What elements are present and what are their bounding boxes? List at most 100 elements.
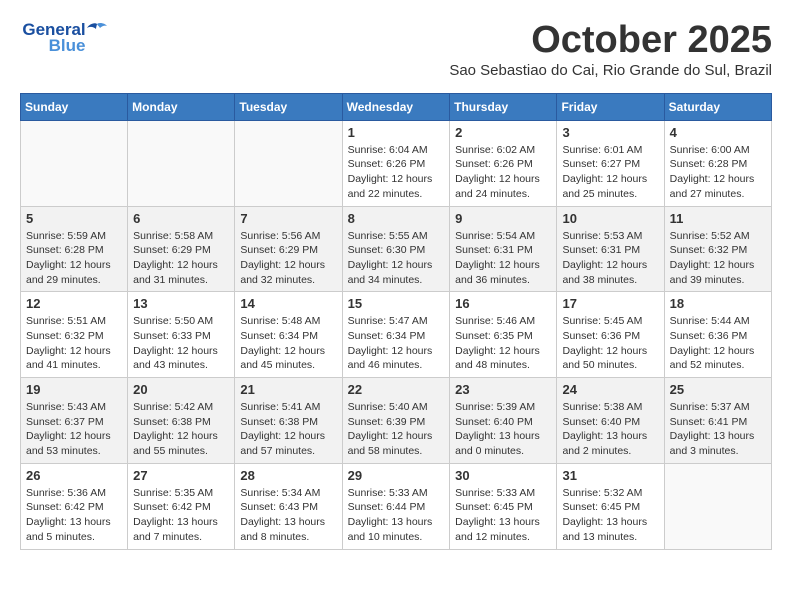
header-wednesday: Wednesday: [342, 93, 450, 120]
day-info: Sunrise: 5:44 AMSunset: 6:36 PMDaylight:…: [670, 314, 766, 373]
day-number: 2: [455, 125, 551, 140]
day-number: 25: [670, 382, 766, 397]
day-number: 26: [26, 468, 122, 483]
table-row: 3 Sunrise: 6:01 AMSunset: 6:27 PMDaylight…: [557, 120, 664, 206]
day-info: Sunrise: 5:56 AMSunset: 6:29 PMDaylight:…: [240, 229, 336, 288]
day-info: Sunrise: 6:01 AMSunset: 6:27 PMDaylight:…: [562, 143, 658, 202]
table-row: 8 Sunrise: 5:55 AMSunset: 6:30 PMDaylight…: [342, 206, 450, 292]
table-row: 29Sunrise: 5:33 AMSunset: 6:44 PMDayligh…: [342, 463, 450, 549]
day-info: Sunrise: 5:50 AMSunset: 6:33 PMDaylight:…: [133, 314, 229, 373]
day-number: 29: [348, 468, 445, 483]
calendar-week-5: 26 Sunrise: 5:36 AMSunset: 6:42 PMDayligh…: [21, 463, 772, 549]
day-info: Sunrise: 5:53 AMSunset: 6:31 PMDaylight:…: [562, 229, 658, 288]
day-info: Sunrise: 5:58 AMSunset: 6:29 PMDaylight:…: [133, 229, 229, 288]
table-row: 23 Sunrise: 5:39 AMSunset: 6:40 PMDayligh…: [450, 378, 557, 464]
day-info: Sunrise: 5:59 AMSunset: 6:28 PMDaylight:…: [26, 229, 122, 288]
table-row: 10 Sunrise: 5:53 AMSunset: 6:31 PMDayligh…: [557, 206, 664, 292]
header-saturday: Saturday: [664, 93, 771, 120]
table-row: 26 Sunrise: 5:36 AMSunset: 6:42 PMDayligh…: [21, 463, 128, 549]
day-number: 15: [348, 296, 445, 311]
day-number: 5: [26, 211, 122, 226]
header-thursday: Thursday: [450, 93, 557, 120]
day-number: 18: [670, 296, 766, 311]
table-row: 30 Sunrise: 5:33 AMSunset: 6:45 PMDayligh…: [450, 463, 557, 549]
calendar-week-3: 12 Sunrise: 5:51 AMSunset: 6:32 PMDayligh…: [21, 292, 772, 378]
day-number: 9: [455, 211, 551, 226]
header-sunday: Sunday: [21, 93, 128, 120]
top-header: General Blue October 2025 Sao Sebastiao …: [20, 20, 772, 79]
table-row: 14 Sunrise: 5:48 AMSunset: 6:34 PMDayligh…: [235, 292, 342, 378]
title-section: October 2025 Sao Sebastiao do Cai, Rio G…: [110, 20, 772, 79]
logo-block: General Blue: [20, 20, 110, 56]
day-number: 24: [562, 382, 658, 397]
table-row: 5 Sunrise: 5:59 AMSunset: 6:28 PMDaylight…: [21, 206, 128, 292]
day-info: Sunrise: 5:40 AMSunset: 6:39 PMDaylight:…: [348, 400, 445, 459]
calendar-week-4: 19Sunrise: 5:43 AMSunset: 6:37 PMDayligh…: [21, 378, 772, 464]
calendar-week-2: 5 Sunrise: 5:59 AMSunset: 6:28 PMDaylight…: [21, 206, 772, 292]
table-row: 13 Sunrise: 5:50 AMSunset: 6:33 PMDayligh…: [128, 292, 235, 378]
day-number: 23: [455, 382, 551, 397]
table-row: 16 Sunrise: 5:46 AMSunset: 6:35 PMDayligh…: [450, 292, 557, 378]
day-number: 10: [562, 211, 658, 226]
day-number: 27: [133, 468, 229, 483]
day-info: Sunrise: 5:34 AMSunset: 6:43 PMDaylight:…: [240, 486, 336, 545]
day-number: 20: [133, 382, 229, 397]
day-number: 3: [562, 125, 658, 140]
day-number: 13: [133, 296, 229, 311]
table-row: 17Sunrise: 5:45 AMSunset: 6:36 PMDayligh…: [557, 292, 664, 378]
day-info: Sunrise: 6:02 AMSunset: 6:26 PMDaylight:…: [455, 143, 551, 202]
day-info: Sunrise: 5:38 AMSunset: 6:40 PMDaylight:…: [562, 400, 658, 459]
day-number: 31: [562, 468, 658, 483]
table-row: [664, 463, 771, 549]
day-info: Sunrise: 5:52 AMSunset: 6:32 PMDaylight:…: [670, 229, 766, 288]
day-number: 12: [26, 296, 122, 311]
day-number: 14: [240, 296, 336, 311]
day-number: 22: [348, 382, 445, 397]
table-row: [235, 120, 342, 206]
calendar-table: Sunday Monday Tuesday Wednesday Thursday…: [20, 93, 772, 550]
day-info: Sunrise: 5:33 AMSunset: 6:45 PMDaylight:…: [455, 486, 551, 545]
page-wrapper: General Blue October 2025 Sao Sebastiao …: [20, 20, 772, 550]
table-row: 9Sunrise: 5:54 AMSunset: 6:31 PMDaylight…: [450, 206, 557, 292]
table-row: 18 Sunrise: 5:44 AMSunset: 6:36 PMDayligh…: [664, 292, 771, 378]
header-monday: Monday: [128, 93, 235, 120]
day-number: 8: [348, 211, 445, 226]
day-number: 17: [562, 296, 658, 311]
day-number: 28: [240, 468, 336, 483]
day-info: Sunrise: 5:35 AMSunset: 6:42 PMDaylight:…: [133, 486, 229, 545]
day-info: Sunrise: 5:36 AMSunset: 6:42 PMDaylight:…: [26, 486, 122, 545]
day-info: Sunrise: 5:46 AMSunset: 6:35 PMDaylight:…: [455, 314, 551, 373]
logo-text-blue: Blue: [49, 36, 86, 56]
day-info: Sunrise: 5:39 AMSunset: 6:40 PMDaylight:…: [455, 400, 551, 459]
header-tuesday: Tuesday: [235, 93, 342, 120]
table-row: 21Sunrise: 5:41 AMSunset: 6:38 PMDayligh…: [235, 378, 342, 464]
day-number: 30: [455, 468, 551, 483]
day-info: Sunrise: 5:51 AMSunset: 6:32 PMDaylight:…: [26, 314, 122, 373]
day-info: Sunrise: 5:55 AMSunset: 6:30 PMDaylight:…: [348, 229, 445, 288]
table-row: 19Sunrise: 5:43 AMSunset: 6:37 PMDayligh…: [21, 378, 128, 464]
day-info: Sunrise: 5:48 AMSunset: 6:34 PMDaylight:…: [240, 314, 336, 373]
day-info: Sunrise: 6:00 AMSunset: 6:28 PMDaylight:…: [670, 143, 766, 202]
calendar-week-1: 1Sunrise: 6:04 AMSunset: 6:26 PMDaylight…: [21, 120, 772, 206]
day-info: Sunrise: 6:04 AMSunset: 6:26 PMDaylight:…: [348, 143, 445, 202]
table-row: 11 Sunrise: 5:52 AMSunset: 6:32 PMDayligh…: [664, 206, 771, 292]
table-row: 31Sunrise: 5:32 AMSunset: 6:45 PMDayligh…: [557, 463, 664, 549]
table-row: 28 Sunrise: 5:34 AMSunset: 6:43 PMDayligh…: [235, 463, 342, 549]
day-number: 11: [670, 211, 766, 226]
table-row: 25 Sunrise: 5:37 AMSunset: 6:41 PMDayligh…: [664, 378, 771, 464]
logo-bird-icon: [87, 22, 107, 38]
page-title: October 2025: [110, 20, 772, 62]
table-row: 24 Sunrise: 5:38 AMSunset: 6:40 PMDayligh…: [557, 378, 664, 464]
table-row: 15Sunrise: 5:47 AMSunset: 6:34 PMDayligh…: [342, 292, 450, 378]
table-row: 22 Sunrise: 5:40 AMSunset: 6:39 PMDayligh…: [342, 378, 450, 464]
day-info: Sunrise: 5:37 AMSunset: 6:41 PMDaylight:…: [670, 400, 766, 459]
table-row: 12 Sunrise: 5:51 AMSunset: 6:32 PMDayligh…: [21, 292, 128, 378]
day-number: 4: [670, 125, 766, 140]
calendar-header-row: Sunday Monday Tuesday Wednesday Thursday…: [21, 93, 772, 120]
table-row: 2 Sunrise: 6:02 AMSunset: 6:26 PMDaylight…: [450, 120, 557, 206]
header-friday: Friday: [557, 93, 664, 120]
day-number: 16: [455, 296, 551, 311]
day-number: 19: [26, 382, 122, 397]
day-info: Sunrise: 5:41 AMSunset: 6:38 PMDaylight:…: [240, 400, 336, 459]
day-number: 7: [240, 211, 336, 226]
